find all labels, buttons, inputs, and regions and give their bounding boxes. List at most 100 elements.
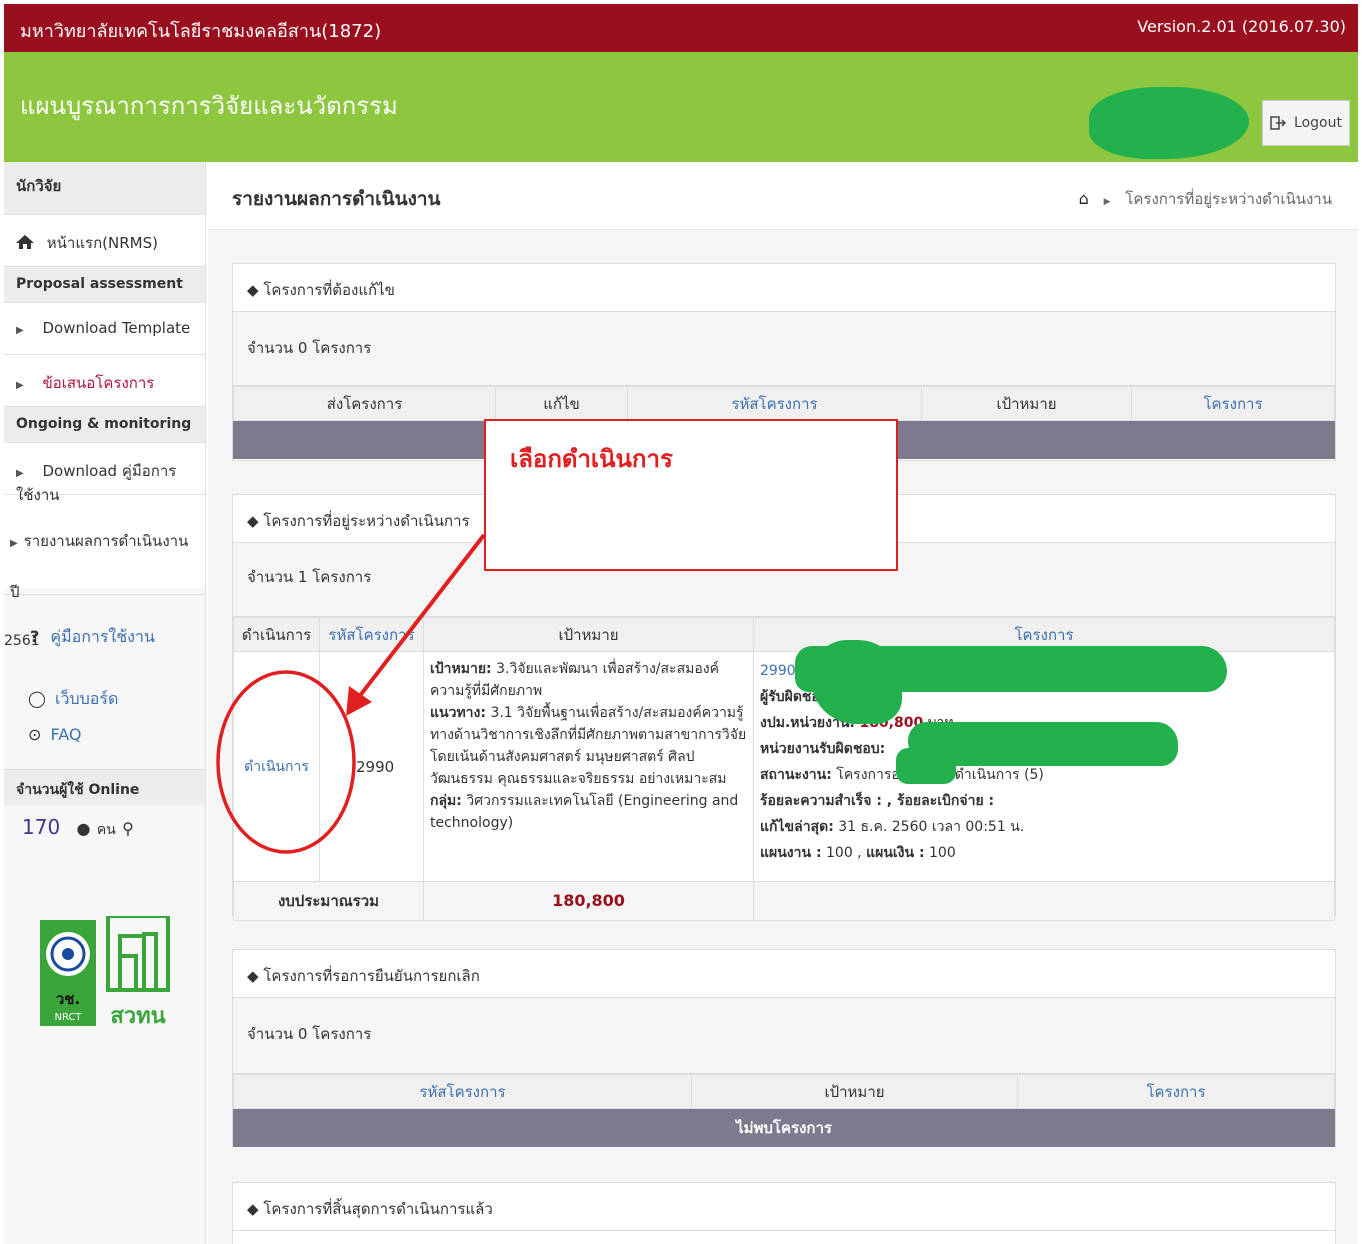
caret-right-icon: ▶	[16, 468, 24, 479]
panel-cancel: ◆ โครงการที่รอการยืนยันการยกเลิก จำนวน 0…	[232, 949, 1336, 1147]
panel-revise-header: ◆ โครงการที่ต้องแก้ไข	[233, 264, 1335, 312]
revise-table: ส่งโครงการ แก้ไข รหัสโครงการ เป้าหมาย โค…	[233, 386, 1335, 421]
tag-icon: ◆	[247, 281, 259, 299]
column-header[interactable]: โครงการ	[1131, 386, 1335, 421]
page-title: รายงานผลการดำเนินงาน	[232, 188, 441, 210]
column-header[interactable]: เป้าหมาย	[423, 617, 754, 652]
sidebar-item-annual-report[interactable]: ▶ รายงานผลการดำเนินงานปี 2561	[4, 494, 205, 649]
approach-label: แนวทาง:	[430, 705, 486, 721]
tag-icon: ◆	[247, 1200, 259, 1218]
breadcrumb: ⌂ ▶ โครงการที่อยู่ระหว่างดำเนินงาน	[1079, 187, 1332, 211]
money-label: แผนเงิน :	[866, 845, 925, 861]
user-icon: ●	[76, 819, 91, 838]
cancel-empty-row: ไม่พบโครงการ	[233, 1109, 1335, 1147]
help-circle-icon: ⊙	[28, 725, 42, 744]
panel-finished-header: ◆ โครงการที่สิ้นสุดการดำเนินการแล้ว	[233, 1183, 1335, 1231]
logout-button[interactable]: Logout	[1262, 100, 1350, 146]
panel-finished-title: โครงการที่สิ้นสุดการดำเนินการแล้ว	[263, 1200, 493, 1218]
group-label: กลุ่ม:	[430, 793, 462, 809]
status-label: สถานะงาน:	[760, 767, 832, 783]
online-users-label: จำนวนผู้ใช้ Online	[4, 769, 205, 805]
chevron-right-icon: ▶	[1103, 197, 1111, 207]
sidebar-section-proposal: Proposal assessment	[4, 266, 205, 302]
progress-label: ร้อยละความสำเร็จ : , ร้อยละเบิกจ่าย :	[760, 793, 995, 809]
goal-label: เป้าหมาย:	[430, 661, 492, 677]
column-header[interactable]: ส่งโครงการ	[233, 386, 496, 421]
code-cell: 2990	[319, 651, 424, 882]
breadcrumb-current: โครงการที่อยู่ระหว่างดำเนินงาน	[1125, 190, 1332, 208]
sidebar-item-download-manual[interactable]: ▶ Download คู่มือการใช้งาน	[4, 442, 205, 504]
redacted-status	[896, 748, 956, 784]
app-title: แผนบูรณาการการวิจัยและนวัตกรรม	[20, 92, 398, 120]
column-header[interactable]: เป้าหมาย	[921, 386, 1132, 421]
sidebar: นักวิจัย หน้าแรก(NRMS) Proposal assessme…	[4, 162, 206, 1244]
top-bar: มหาวิทยาลัยเทคโนโลยีราชมงคลอีสาน(1872) V…	[4, 4, 1358, 52]
sidebar-section-ongoing: Ongoing & monitoring	[4, 406, 205, 442]
panel-revise-count: จำนวน 0 โครงการ	[233, 312, 1335, 386]
total-label: งบประมาณรวม	[233, 881, 424, 921]
question-icon: ?	[30, 627, 40, 646]
sidebar-item-proposal[interactable]: ▶ ข้อเสนอโครงการ	[4, 354, 205, 406]
logout-label: Logout	[1294, 115, 1342, 131]
column-header[interactable]: โครงการ	[1017, 1074, 1335, 1109]
panel-cancel-title: โครงการที่รอการยืนยันการยกเลิก	[263, 967, 480, 985]
redacted-user-info	[1089, 87, 1249, 159]
total-row: งบประมาณรวม 180,800	[233, 881, 1335, 921]
column-header[interactable]: รหัสโครงการ	[319, 617, 424, 652]
column-header[interactable]: รหัสโครงการ	[233, 1074, 692, 1109]
university-name: มหาวิทยาลัยเทคโนโลยีราชมงคลอีสาน(1872)	[20, 21, 382, 42]
sto-logo-mark	[106, 914, 170, 992]
cancel-table: รหัสโครงการ เป้าหมาย โครงการ	[233, 1074, 1335, 1109]
tag-icon: ◆	[247, 967, 259, 985]
home-icon[interactable]: ⌂	[1079, 189, 1089, 208]
panel-finished: ◆ โครงการที่สิ้นสุดการดำเนินการแล้ว	[232, 1182, 1336, 1244]
project-code-link[interactable]: 2990	[760, 663, 796, 679]
annotation-text: เลือกดำเนินการ	[510, 445, 673, 473]
sidebar-item-faq[interactable]: ⊙ FAQ	[4, 725, 205, 769]
sponsor-logos: วช. NRCT สวทน	[40, 914, 170, 1029]
page-header: รายงานผลการดำเนินงาน ⌂ ▶ โครงการที่อยู่ร…	[208, 162, 1358, 230]
app-header: แผนบูรณาการการวิจัยและนวัตกรรม Logout	[4, 52, 1358, 162]
caret-right-icon: ▶	[16, 380, 24, 391]
plan-label: แผนงาน :	[760, 845, 822, 861]
sidebar-item-download-template-label: Download Template	[42, 319, 191, 337]
sto-logo: สวทน	[106, 914, 170, 1029]
panel-ongoing-title: โครงการที่อยู่ระหว่างดำเนินการ	[263, 512, 470, 530]
logout-icon	[1270, 116, 1287, 130]
main-content: รายงานผลการดำเนินงาน ⌂ ▶ โครงการที่อยู่ร…	[208, 162, 1358, 1244]
column-header[interactable]: รหัสโครงการ	[627, 386, 922, 421]
plan-value: 100	[826, 845, 853, 861]
column-header[interactable]: ดำเนินการ	[233, 617, 320, 652]
sidebar-item-home-label: หน้าแรก(NRMS)	[46, 234, 158, 252]
caret-right-icon: ▶	[16, 325, 24, 336]
sidebar-item-download-template[interactable]: ▶ Download Template	[4, 302, 205, 354]
sidebar-item-faq-label: FAQ	[50, 725, 82, 744]
total-empty	[753, 881, 1335, 921]
panel-revise-title: โครงการที่ต้องแก้ไข	[263, 281, 395, 299]
online-count: 170	[22, 815, 61, 839]
sidebar-item-webboard-label: เว็บบอร์ด	[55, 689, 119, 708]
edited-label: แก้ไขล่าสุด:	[760, 819, 834, 835]
sto-logo-text: สวทน	[110, 1004, 166, 1029]
money-value: 100	[929, 845, 956, 861]
redacted-responsible	[812, 640, 902, 724]
search-icon[interactable]: ⚲	[122, 819, 134, 838]
column-header[interactable]: แก้ไข	[495, 386, 628, 421]
annotation-callout: เลือกดำเนินการ	[484, 419, 898, 571]
action-link[interactable]: ดำเนินการ	[244, 759, 309, 775]
version-label: Version.2.01 (2016.07.30)	[1137, 17, 1346, 36]
svg-text:NRCT: NRCT	[54, 1012, 82, 1023]
online-users: 170 ● คน ⚲	[4, 805, 205, 865]
panel-cancel-header: ◆ โครงการที่รอการยืนยันการยกเลิก	[233, 950, 1335, 998]
chat-icon: ◯	[28, 689, 46, 708]
sidebar-role: นักวิจัย	[4, 162, 205, 214]
unit-label: หน่วยงานรับผิดชอบ:	[760, 741, 886, 757]
home-icon	[16, 235, 34, 249]
sidebar-item-webboard[interactable]: ◯ เว็บบอร์ด	[4, 687, 205, 725]
sidebar-item-home[interactable]: หน้าแรก(NRMS)	[4, 214, 205, 266]
nrct-logo: วช. NRCT	[40, 920, 96, 1026]
sidebar-item-annual-report-label: รายงานผลการดำเนินงานปี	[10, 532, 189, 601]
sidebar-item-proposal-label: ข้อเสนอโครงการ	[42, 374, 155, 392]
online-unit: คน	[96, 822, 116, 838]
column-header[interactable]: เป้าหมาย	[691, 1074, 1018, 1109]
